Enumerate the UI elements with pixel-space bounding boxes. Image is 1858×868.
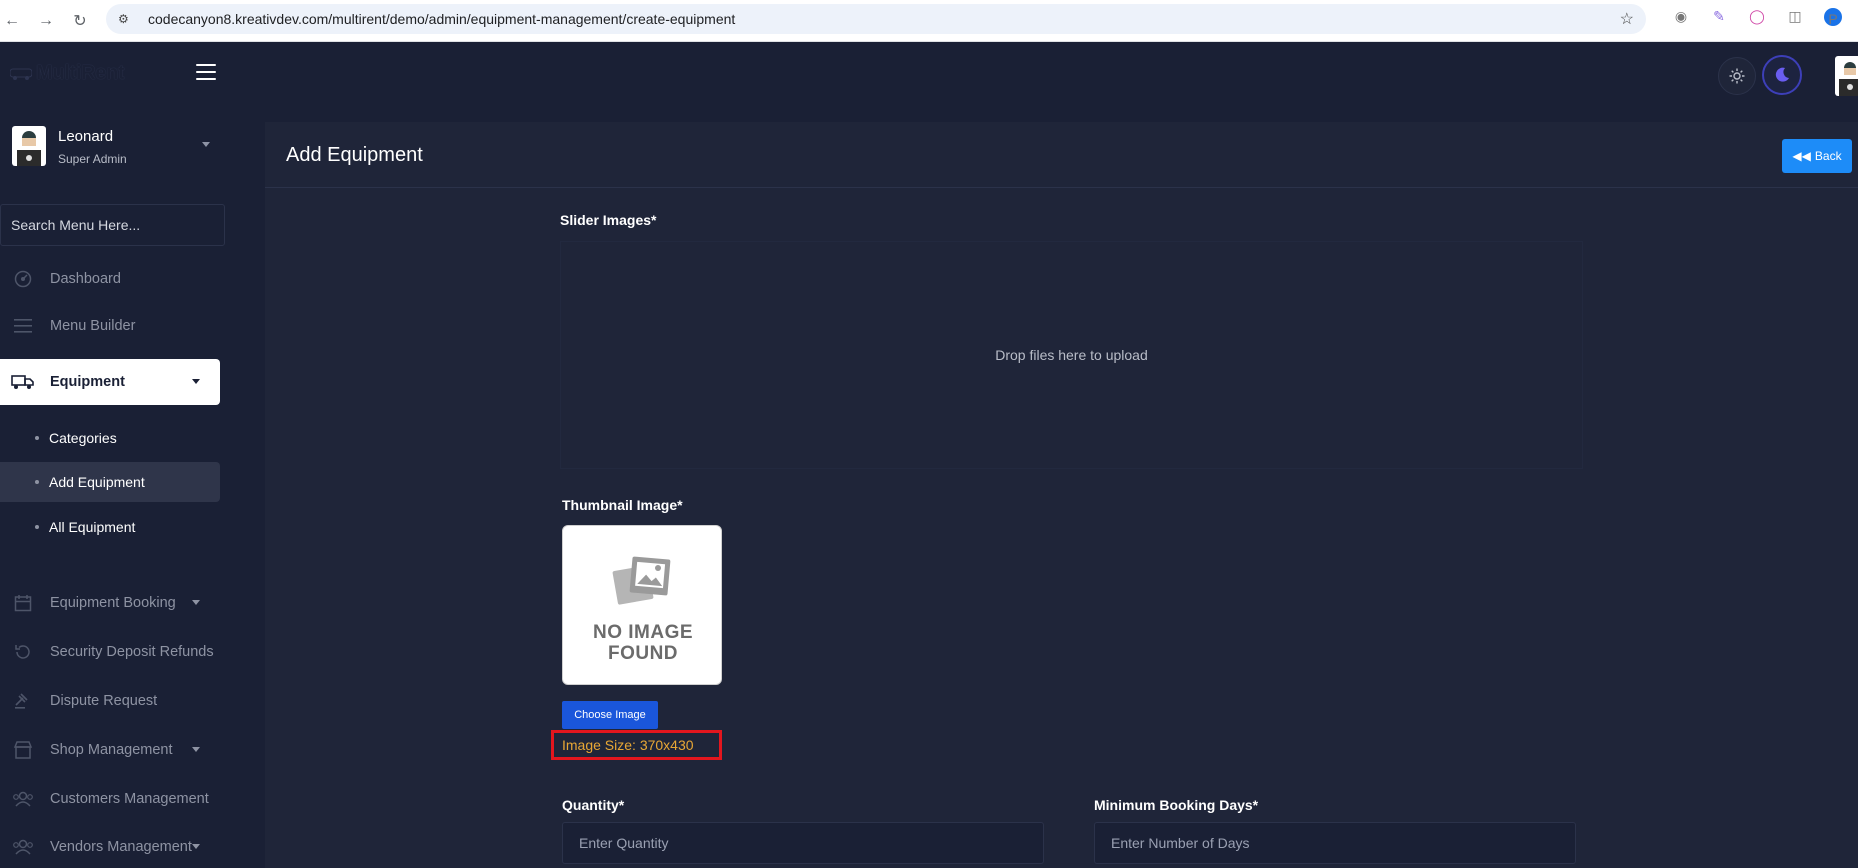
sidebar-subitem-all-equipment[interactable]: All Equipment <box>0 507 220 547</box>
bullet-dot-icon <box>35 480 39 484</box>
sidebar-item-label: Equipment <box>50 374 125 390</box>
slider-images-label: Slider Images* <box>560 212 657 228</box>
sidebar: MultiRent Leonard Super Admin Dashboard … <box>0 42 235 868</box>
quantity-label: Quantity* <box>562 797 625 813</box>
moon-icon <box>1775 67 1789 82</box>
sidebar-item-shop-management[interactable]: Shop Management <box>0 727 220 773</box>
quantity-input[interactable] <box>562 822 1044 864</box>
thumbnail-image-label: Thumbnail Image* <box>562 497 683 513</box>
site-settings-icon[interactable]: ⚙ <box>118 12 134 26</box>
sun-icon <box>1729 68 1745 84</box>
sidebar-item-dashboard[interactable]: Dashboard <box>0 256 220 302</box>
page-header: Add Equipment ◀◀ Back <box>265 122 1858 188</box>
chevron-down-icon <box>192 844 200 849</box>
menu-search-input[interactable] <box>0 204 225 246</box>
light-theme-button[interactable] <box>1718 57 1756 95</box>
sidebar-item-label: Vendors Management <box>50 839 192 855</box>
shop-icon <box>8 739 38 761</box>
url-text[interactable]: codecanyon8.kreativdev.com/multirent/dem… <box>148 11 735 27</box>
minimum-booking-days-label: Minimum Booking Days* <box>1094 797 1259 813</box>
sidebar-item-customers-management[interactable]: Customers Management <box>0 776 220 822</box>
sidebar-item-vendors-management[interactable]: Vendors Management <box>0 824 220 868</box>
puzzle-icon[interactable]: ◫ <box>1786 8 1804 26</box>
logo-mark-icon <box>10 68 32 81</box>
menu-lines-icon <box>8 315 38 337</box>
calendar-icon <box>8 592 38 614</box>
no-image-text: NO IMAGE FOUND <box>563 622 723 664</box>
choose-image-button[interactable]: Choose Image <box>562 701 658 729</box>
hamburger-menu-icon[interactable] <box>196 64 216 80</box>
sidebar-subitem-label: Add Equipment <box>49 474 145 490</box>
sidebar-subitem-add-equipment[interactable]: Add Equipment <box>0 462 220 502</box>
sidebar-item-label: Customers Management <box>50 791 209 807</box>
logo-bar: MultiRent <box>0 42 235 104</box>
brand-name: MultiRent <box>36 61 125 84</box>
chevron-down-icon <box>192 379 200 384</box>
sidebar-item-label: Dispute Request <box>50 693 158 709</box>
browser-toolbar: ← → ↻ ⚙ codecanyon8.kreativdev.com/multi… <box>0 0 1858 42</box>
thumbnail-preview: NO IMAGE FOUND <box>562 525 722 685</box>
page-title: Add Equipment <box>286 144 423 166</box>
no-image-photo-icon <box>612 556 671 605</box>
slider-images-dropzone[interactable]: Drop files here to upload <box>560 241 1583 469</box>
main-content: Add Equipment ◀◀ Back Slider Images* Dro… <box>265 122 1858 868</box>
back-arrow-icon[interactable]: ← <box>4 12 20 30</box>
user-profile[interactable]: Leonard Super Admin <box>0 120 235 190</box>
back-button-label: Back <box>1814 149 1842 163</box>
pen-icon[interactable]: ✎ <box>1710 8 1728 26</box>
bullet-dot-icon <box>35 436 39 440</box>
sidebar-subitem-label: All Equipment <box>49 519 136 535</box>
chevron-down-icon <box>192 747 200 752</box>
refund-icon <box>8 641 38 663</box>
chevron-down-icon <box>192 600 200 605</box>
image-size-note: Image Size: 370x430 <box>551 730 722 760</box>
user-avatar <box>12 126 46 166</box>
gavel-icon <box>8 690 38 712</box>
sidebar-item-equipment-booking[interactable]: Equipment Booking <box>0 580 220 626</box>
user-role: Super Admin <box>58 152 127 166</box>
no-image-line-1: NO IMAGE <box>592 622 694 643</box>
user-caret-icon[interactable] <box>202 142 210 147</box>
forward-arrow-icon[interactable]: → <box>38 12 54 30</box>
sidebar-item-label: Shop Management <box>50 742 173 758</box>
sidebar-item-label: Menu Builder <box>50 318 136 334</box>
bookmark-star-icon[interactable]: ☆ <box>1620 9 1634 29</box>
sidebar-subitem-label: Categories <box>49 430 117 446</box>
dark-theme-button[interactable] <box>1762 55 1802 95</box>
sidebar-item-equipment[interactable]: Equipment <box>0 359 220 405</box>
sidebar-item-security-deposit-refunds[interactable]: Security Deposit Refunds <box>0 629 220 675</box>
header-avatar[interactable] <box>1835 56 1858 96</box>
user-name: Leonard <box>58 128 114 145</box>
profile-avatar[interactable]: P <box>1824 8 1842 27</box>
sidebar-item-label: Equipment Booking <box>50 595 176 611</box>
no-image-line-2: FOUND <box>607 643 679 664</box>
camera-icon[interactable]: ◉ <box>1672 8 1690 26</box>
reload-icon[interactable]: ↻ <box>72 11 88 31</box>
vendors-icon <box>8 836 38 858</box>
bullet-dot-icon <box>35 525 39 529</box>
truck-icon <box>8 371 38 393</box>
dropzone-text: Drop files here to upload <box>995 347 1148 363</box>
sidebar-subitem-categories[interactable]: Categories <box>0 418 220 458</box>
sidebar-item-label: Security Deposit Refunds <box>50 644 214 660</box>
dashboard-icon <box>8 268 38 290</box>
users-icon <box>8 788 38 810</box>
address-bar[interactable]: ⚙ codecanyon8.kreativdev.com/multirent/d… <box>106 4 1646 34</box>
sidebar-item-dispute-request[interactable]: Dispute Request <box>0 678 220 724</box>
sidebar-item-menu-builder[interactable]: Menu Builder <box>0 303 220 349</box>
extension-color-icon[interactable]: ◯ <box>1748 8 1766 26</box>
minimum-booking-days-input[interactable] <box>1094 822 1576 864</box>
brand-logo[interactable]: MultiRent <box>10 61 125 85</box>
double-left-arrow-icon: ◀◀ <box>1792 149 1811 163</box>
top-header <box>235 42 1858 122</box>
sidebar-item-label: Dashboard <box>50 271 121 287</box>
back-button[interactable]: ◀◀ Back <box>1782 139 1852 173</box>
